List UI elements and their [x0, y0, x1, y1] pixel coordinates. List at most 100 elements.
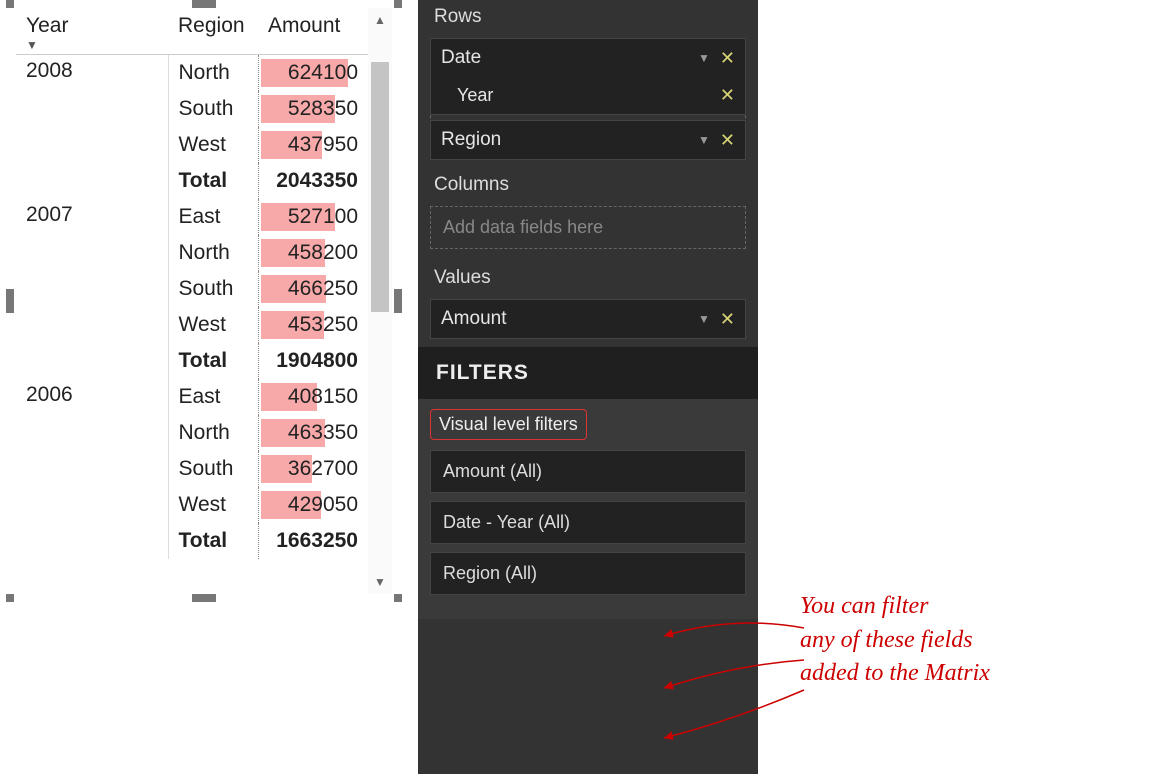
columns-field-well[interactable]: Add data fields here [430, 206, 746, 249]
resize-handle[interactable] [6, 0, 14, 8]
table-row-total[interactable]: Total1904800 [16, 343, 368, 379]
cell-amount: 362700 [258, 451, 368, 487]
filter-region[interactable]: Region (All) [430, 552, 746, 595]
table-row-total[interactable]: Total2043350 [16, 163, 368, 199]
row-field-region[interactable]: Region ▼ ✕ [430, 120, 746, 160]
remove-field-icon[interactable]: ✕ [720, 130, 735, 151]
col-header-label: Year [26, 14, 68, 37]
cell-total-amount: 1904800 [258, 343, 368, 379]
rows-field-well[interactable]: Date ▼ ✕ Year ✕ Region ▼ ✕ [430, 38, 746, 160]
chevron-down-icon[interactable]: ▼ [698, 133, 710, 147]
col-header-region[interactable]: Region [168, 8, 258, 55]
cell-region: South [168, 271, 258, 307]
scroll-track[interactable] [371, 32, 389, 570]
cell-total-label: Total [168, 343, 258, 379]
cell-total-label: Total [168, 523, 258, 559]
field-label: Year [457, 85, 493, 106]
cell-total-amount: 1663250 [258, 523, 368, 559]
value-field-amount[interactable]: Amount ▼ ✕ [430, 299, 746, 339]
sort-desc-icon: ▼ [26, 38, 158, 52]
row-field-date-year[interactable]: Year ✕ [430, 77, 746, 115]
annotation-line: any of these fields [800, 624, 1160, 658]
row-field-date[interactable]: Date ▼ ✕ [430, 38, 746, 78]
field-label: Date [441, 47, 481, 69]
resize-handle[interactable] [394, 289, 402, 313]
matrix-table: Year ▼ Region Amount 2008North624100Sout… [16, 8, 368, 594]
cell-amount: 466250 [258, 271, 368, 307]
resize-handle[interactable] [192, 594, 216, 602]
annotation-line: You can filter [800, 590, 1160, 624]
cell-year [16, 127, 168, 163]
visual-level-filters-label: Visual level filters [430, 409, 587, 440]
field-label: Amount [441, 308, 506, 330]
cell-amount: 437950 [258, 127, 368, 163]
cell-year: 2007 [16, 199, 168, 235]
resize-handle[interactable] [6, 594, 14, 602]
table-row[interactable]: West429050 [16, 487, 368, 523]
col-header-year[interactable]: Year ▼ [16, 8, 168, 55]
columns-section-label: Columns [418, 168, 758, 206]
cell-region: West [168, 487, 258, 523]
cell-region: East [168, 199, 258, 235]
cell-year: 2006 [16, 379, 168, 415]
cell-region: North [168, 235, 258, 271]
placeholder-text: Add data fields here [443, 217, 603, 237]
table-row[interactable]: North458200 [16, 235, 368, 271]
resize-handle[interactable] [394, 594, 402, 602]
remove-field-icon[interactable]: ✕ [720, 48, 735, 69]
cell-amount: 528350 [258, 91, 368, 127]
cell-year [16, 235, 168, 271]
cell-region: North [168, 415, 258, 451]
scroll-up-icon[interactable]: ▲ [368, 8, 392, 32]
cell-year [16, 487, 168, 523]
table-row[interactable]: South528350 [16, 91, 368, 127]
table-row[interactable]: 2007East527100 [16, 199, 368, 235]
cell-year [16, 415, 168, 451]
cell-amount: 458200 [258, 235, 368, 271]
table-row[interactable]: South362700 [16, 451, 368, 487]
values-section-label: Values [418, 261, 758, 299]
cell-amount: 453250 [258, 307, 368, 343]
table-row[interactable]: South466250 [16, 271, 368, 307]
cell-amount: 463350 [258, 415, 368, 451]
table-row[interactable]: North463350 [16, 415, 368, 451]
annotation-line: added to the Matrix [800, 657, 1160, 691]
cell-region: North [168, 55, 258, 91]
filters-body: Visual level filters Amount (All) Date -… [418, 399, 758, 619]
resize-handle[interactable] [6, 289, 14, 313]
matrix-visual[interactable]: Year ▼ Region Amount 2008North624100Sout… [6, 0, 402, 602]
filter-date-year[interactable]: Date - Year (All) [430, 501, 746, 544]
table-row[interactable]: West453250 [16, 307, 368, 343]
cell-year [16, 307, 168, 343]
resize-handle[interactable] [394, 0, 402, 8]
table-row[interactable]: 2008North624100 [16, 55, 368, 91]
scroll-thumb[interactable] [371, 62, 389, 312]
fields-panel: Rows Date ▼ ✕ Year ✕ Region ▼ ✕ Columns … [418, 0, 758, 774]
cell-total-amount: 2043350 [258, 163, 368, 199]
table-row-total[interactable]: Total1663250 [16, 523, 368, 559]
field-label: Region [441, 129, 501, 151]
rows-section-label: Rows [418, 0, 758, 38]
chevron-down-icon[interactable]: ▼ [698, 51, 710, 65]
scroll-down-icon[interactable]: ▼ [368, 570, 392, 594]
col-header-amount[interactable]: Amount [258, 8, 368, 55]
vertical-scrollbar[interactable]: ▲ ▼ [368, 8, 392, 594]
matrix-inner: Year ▼ Region Amount 2008North624100Sout… [16, 8, 392, 594]
table-row[interactable]: 2006East408150 [16, 379, 368, 415]
annotation-text: You can filter any of these fields added… [800, 590, 1160, 691]
cell-amount: 624100 [258, 55, 368, 91]
filters-header[interactable]: FILTERS [418, 347, 758, 399]
cell-region: West [168, 307, 258, 343]
cell-region: South [168, 91, 258, 127]
table-row[interactable]: West437950 [16, 127, 368, 163]
cell-region: South [168, 451, 258, 487]
filter-amount[interactable]: Amount (All) [430, 450, 746, 493]
chevron-down-icon[interactable]: ▼ [698, 312, 710, 326]
remove-field-icon[interactable]: ✕ [720, 85, 735, 106]
remove-field-icon[interactable]: ✕ [720, 309, 735, 330]
cell-region: West [168, 127, 258, 163]
cell-total-label: Total [168, 163, 258, 199]
values-field-well[interactable]: Amount ▼ ✕ [430, 299, 746, 339]
cell-year [16, 91, 168, 127]
resize-handle[interactable] [192, 0, 216, 8]
